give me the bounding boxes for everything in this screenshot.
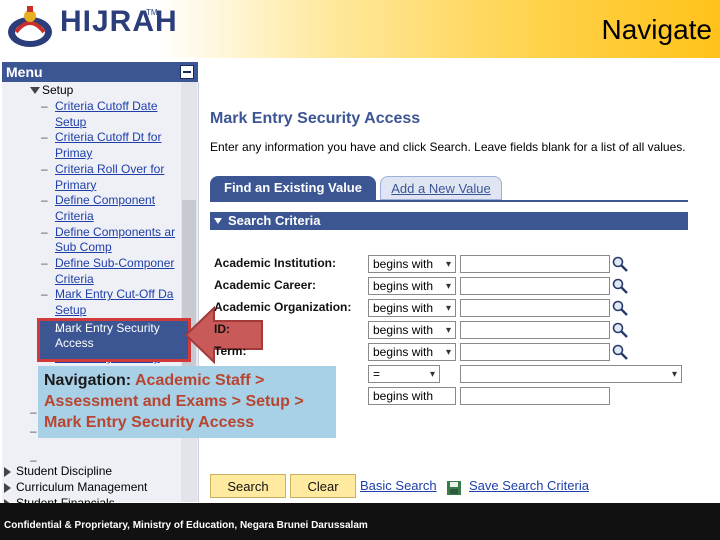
lookup-magnifier-icon[interactable] <box>612 256 628 272</box>
chevron-down-icon: ▾ <box>445 347 451 358</box>
callout-label: Navigation: <box>44 372 132 389</box>
search-value-input[interactable] <box>460 299 610 317</box>
header-banner: HIJRAH TM Navigate <box>0 0 720 58</box>
tab-divider <box>210 200 688 202</box>
field-label: Academic Institution: <box>214 256 337 270</box>
menu-item-link[interactable]: Criteria <box>55 272 94 288</box>
collapse-menu-icon[interactable] <box>180 65 194 79</box>
search-value-input[interactable] <box>460 343 610 361</box>
lookup-magnifier-icon[interactable] <box>612 278 628 294</box>
menu-item-student-discipline[interactable]: Student Discipline <box>16 464 112 480</box>
operator-select[interactable]: begins with ▾ <box>368 255 456 273</box>
operator-select[interactable]: = ▾ <box>368 365 440 383</box>
chevron-down-icon: ▾ <box>445 325 451 336</box>
chevron-down-icon: ▾ <box>671 369 677 380</box>
operator-value: begins with <box>373 389 434 403</box>
tree-connector: – <box>41 130 48 145</box>
operator-value: begins with <box>373 279 434 293</box>
menu-item-link[interactable]: Define Component <box>55 193 155 209</box>
menu-header: Menu <box>2 62 198 82</box>
save-search-criteria-link[interactable]: Save Search Criteria <box>469 478 589 493</box>
footer-bar: Confidential & Proprietary, Ministry of … <box>0 503 720 540</box>
expand-right-icon[interactable] <box>4 483 11 493</box>
navigation-callout: Navigation: Academic Staff > Assessment … <box>38 366 336 438</box>
tab-add-new-value[interactable]: Add a New Value <box>380 176 502 200</box>
tree-connector: – <box>41 224 48 239</box>
field-label: Term: <box>214 344 247 358</box>
field-label: Academic Organization: <box>214 300 352 314</box>
tree-connector: – <box>30 405 37 419</box>
menu-item-link[interactable]: Primay <box>55 146 92 162</box>
menu-item-link[interactable]: Criteria <box>55 209 94 225</box>
menu-item-mark-entry-security-access[interactable]: Mark Entry Security <box>55 321 160 337</box>
menu-item-link[interactable]: Define Sub-Componer <box>55 256 174 272</box>
operator-value: begins with <box>373 301 434 315</box>
tree-connector: – <box>41 256 48 270</box>
instructions-text: Enter any information you have and click… <box>210 140 686 154</box>
collapse-criteria-icon[interactable] <box>214 218 222 224</box>
operator-select[interactable]: begins with ▾ <box>368 299 456 317</box>
hijrah-logo-icon <box>8 6 52 47</box>
menu-item-link[interactable]: Setup <box>55 115 86 131</box>
tree-connector: – <box>30 424 37 438</box>
tree-connector: – <box>41 193 48 208</box>
menu-item-link[interactable]: Criteria Roll Over for <box>55 162 164 178</box>
lookup-magnifier-icon[interactable] <box>612 344 628 360</box>
slide-title: Navigate <box>601 14 712 45</box>
lookup-magnifier-icon[interactable] <box>612 322 628 338</box>
menu-item-link[interactable]: Setup <box>55 303 86 319</box>
search-value-input[interactable] <box>460 255 610 273</box>
menu-item-link[interactable]: Criteria Cutoff Dt for <box>55 130 161 146</box>
search-value-input[interactable] <box>460 387 610 405</box>
tab-find-existing-value[interactable]: Find an Existing Value <box>210 176 376 200</box>
page-title: Mark Entry Security Access <box>210 110 421 127</box>
tree-connector: – <box>41 161 48 176</box>
tree-connector: – <box>41 287 48 302</box>
operator-select[interactable]: begins with ▾ <box>368 321 456 339</box>
chevron-down-icon: ▾ <box>445 259 451 270</box>
chevron-down-icon: ▾ <box>445 303 451 314</box>
menu-item-link[interactable]: Sub Comp <box>55 240 112 256</box>
footer-text: Confidential & Proprietary, Ministry of … <box>4 520 368 531</box>
lookup-magnifier-icon[interactable] <box>612 300 628 316</box>
menu-scrollbar[interactable] <box>181 82 197 502</box>
menu-item-link[interactable]: Criteria Cutoff Date <box>55 99 158 115</box>
search-button[interactable]: Search <box>210 474 286 498</box>
logo-wordmark: HIJRAH <box>60 5 178 38</box>
operator-value: begins with <box>373 323 434 337</box>
operator-value: begins with <box>373 345 434 359</box>
chevron-down-icon: ▾ <box>429 369 435 380</box>
field-label: Academic Career: <box>214 278 317 292</box>
menu-item-link[interactable]: Define Components ar <box>55 225 175 241</box>
expand-down-icon[interactable] <box>30 87 40 94</box>
search-criteria-header[interactable]: Search Criteria <box>210 212 688 230</box>
search-criteria-title: Search Criteria <box>228 213 321 228</box>
operator-value: begins with <box>373 257 434 271</box>
menu-title: Menu <box>6 64 43 80</box>
operator-select[interactable]: begins with ▾ <box>368 277 456 295</box>
operator-select[interactable]: begins with ▾ <box>368 343 456 361</box>
expand-right-icon[interactable] <box>4 467 11 477</box>
field-label: ID: <box>214 322 230 336</box>
chevron-down-icon: ▾ <box>445 281 451 292</box>
menu-folder-setup[interactable]: Setup <box>42 83 73 99</box>
search-value-input[interactable] <box>460 277 610 295</box>
save-disk-icon[interactable] <box>447 481 461 495</box>
logo-trademark: TM <box>146 8 158 17</box>
value-select[interactable]: ▾ <box>460 365 682 383</box>
menu-item-mark-entry-security-access-cont[interactable]: Access <box>55 336 94 352</box>
menu-item-link[interactable]: Mark Entry Cut-Off Da <box>55 287 173 303</box>
menu-item-curriculum-management[interactable]: Curriculum Management <box>16 480 147 496</box>
tree-connector: – <box>41 99 48 113</box>
operator-select[interactable]: begins with <box>368 387 456 405</box>
basic-search-link[interactable]: Basic Search <box>360 478 437 493</box>
operator-value: = <box>373 367 381 381</box>
search-value-input[interactable] <box>460 321 610 339</box>
clear-button[interactable]: Clear <box>290 474 356 498</box>
menu-item-link[interactable]: Primary <box>55 178 96 194</box>
